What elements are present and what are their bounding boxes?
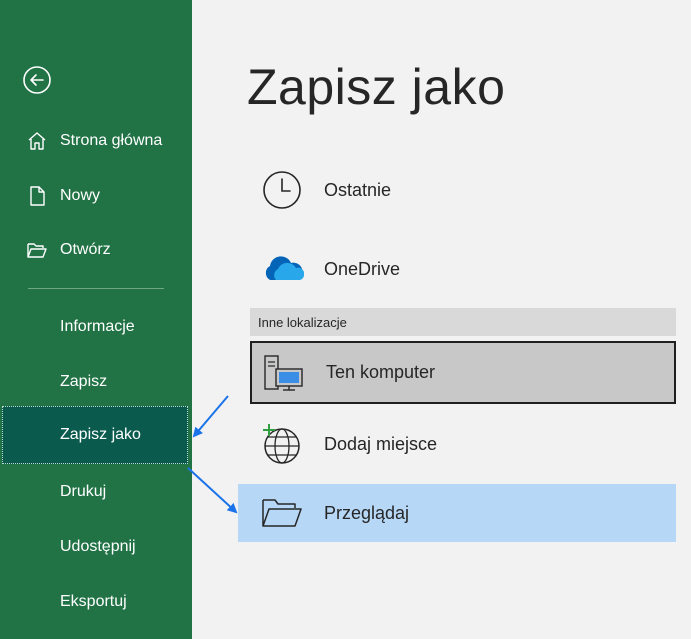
page-title: Zapisz jako: [247, 59, 506, 115]
sidebar-item-label: Zapisz jako: [60, 426, 141, 443]
sidebar-item-label: Informacje: [60, 317, 135, 335]
back-button[interactable]: [22, 65, 52, 95]
location-label: Ostatnie: [324, 179, 392, 200]
computer-icon: [262, 351, 306, 395]
location-label: Przeglądaj: [324, 502, 410, 523]
arrow-to-save-as: [192, 395, 229, 438]
open-folder-icon: [25, 238, 49, 262]
clock-icon: [260, 168, 304, 212]
sidebar-item-label: Otwórz: [60, 240, 111, 258]
location-onedrive[interactable]: OneDrive: [250, 239, 676, 299]
location-label: OneDrive: [324, 258, 401, 279]
cloud-icon: [260, 247, 304, 291]
location-recent[interactable]: Ostatnie: [250, 160, 676, 220]
sidebar-item-label: Strona główna: [60, 131, 163, 149]
sidebar-item-label: Udostępnij: [60, 537, 136, 555]
folder-browse-icon: [260, 491, 304, 535]
sidebar-item-label: Zapisz: [60, 372, 108, 390]
sidebar-item-share[interactable]: Udostępnij: [0, 519, 192, 574]
location-label: Dodaj miejsce: [324, 433, 438, 454]
sidebar-item-new[interactable]: Nowy: [0, 168, 192, 223]
sidebar-item-label: Nowy: [60, 186, 101, 204]
location-this-pc[interactable]: Ten komputer: [250, 341, 676, 404]
sidebar-item-label: Drukuj: [60, 482, 107, 500]
sidebar-item-label: Eksportuj: [60, 592, 127, 610]
sidebar-item-open[interactable]: Otwórz: [0, 222, 192, 277]
sidebar-item-home[interactable]: Strona główna: [0, 113, 192, 168]
location-browse[interactable]: Przeglądaj: [238, 484, 676, 542]
arrow-left-circle-icon: [23, 66, 51, 94]
location-label: Ten komputer: [326, 362, 436, 382]
arrow-to-browse: [187, 467, 238, 514]
sidebar-item-save[interactable]: Zapisz: [0, 354, 192, 409]
new-document-icon: [25, 184, 49, 208]
backstage-sidebar: Strona główna Nowy Otwórz Informacje Zap…: [0, 0, 192, 639]
location-add-place[interactable]: Dodaj miejsce: [250, 414, 676, 474]
sidebar-item-save-as[interactable]: Zapisz jako: [2, 406, 188, 464]
sidebar-item-export[interactable]: Eksportuj: [0, 574, 192, 629]
home-icon: [25, 129, 49, 153]
other-locations-header: Inne lokalizacje: [250, 308, 676, 336]
sidebar-item-info[interactable]: Informacje: [0, 299, 192, 354]
sidebar-item-print[interactable]: Drukuj: [0, 464, 192, 519]
add-place-globe-icon: [260, 422, 304, 466]
sidebar-divider: [28, 288, 164, 289]
